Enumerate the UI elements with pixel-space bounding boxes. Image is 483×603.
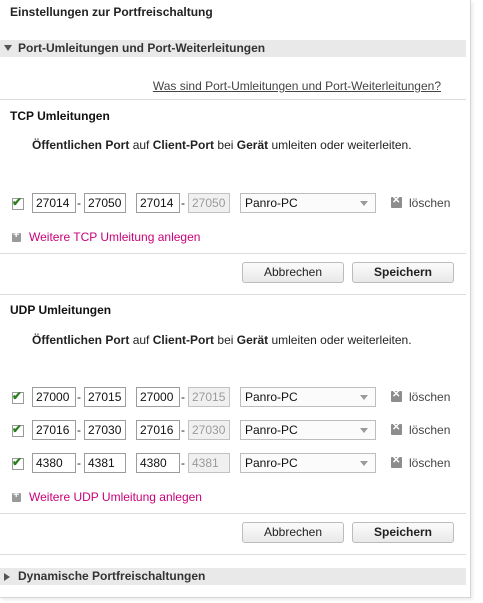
section-header-label: Port-Umleitungen und Port-Weiterleitunge… (18, 41, 266, 55)
desc-word: umleiten oder weiterleiten. (271, 333, 412, 347)
range-dash: - (181, 390, 185, 404)
range-dash: - (181, 196, 185, 210)
desc-public-port: Öffentlichen Port (32, 333, 130, 347)
chevron-down-icon (360, 461, 368, 466)
delete-link[interactable]: löschen (409, 456, 450, 470)
range-dash: - (181, 456, 185, 470)
desc-device: Gerät (236, 333, 269, 347)
udp-rule-row: - - Panro-PC löschen (0, 453, 466, 475)
collapse-triangle-icon (4, 45, 12, 51)
tcp-public-port-from-input[interactable] (32, 193, 76, 213)
udp-client-port-to-input (188, 387, 230, 407)
page-title: Einstellungen zur Portfreischaltung (10, 5, 213, 19)
help-link[interactable]: Was sind Port-Umleitungen und Port-Weite… (153, 79, 441, 93)
device-select-value: Panro-PC (245, 196, 298, 210)
desc-word: umleiten oder weiterleiten. (271, 138, 412, 152)
desc-word: bei (217, 333, 234, 347)
range-dash: - (77, 196, 81, 210)
udp-public-port-to-input[interactable] (84, 453, 126, 473)
udp-client-port-from-input[interactable] (136, 420, 180, 440)
tcp-public-port-to-input[interactable] (84, 193, 126, 213)
desc-word: bei (217, 138, 234, 152)
chevron-down-icon (360, 395, 368, 400)
divider (0, 99, 466, 100)
udp-rule-row: - - Panro-PC löschen (0, 420, 466, 442)
tcp-heading: TCP Umleitungen (10, 109, 110, 123)
udp-client-port-to-input (188, 420, 230, 440)
chevron-down-icon (360, 201, 368, 206)
section-header-forwarding[interactable]: Port-Umleitungen und Port-Weiterleitunge… (0, 40, 466, 57)
desc-client-port: Client-Port (152, 138, 215, 152)
udp-public-port-from-input[interactable] (32, 420, 76, 440)
desc-word: auf (132, 138, 150, 152)
plus-icon[interactable] (12, 489, 21, 502)
tcp-cancel-button[interactable]: Abbrechen (242, 262, 344, 283)
port-settings-panel: Einstellungen zur Portfreischaltung Port… (0, 0, 471, 598)
range-dash: - (181, 423, 185, 437)
divider (0, 294, 466, 295)
udp-public-port-from-input[interactable] (32, 453, 76, 473)
tcp-description: Öffentlichen Port auf Client-Port bei Ge… (32, 138, 412, 152)
desc-public-port: Öffentlichen Port (32, 138, 130, 152)
udp-rule-row: - - Panro-PC löschen (0, 387, 466, 409)
udp-heading: UDP Umleitungen (10, 303, 112, 317)
delete-link[interactable]: löschen (409, 423, 450, 437)
delete-x-icon[interactable] (391, 389, 402, 402)
divider (0, 554, 466, 555)
udp-device-select[interactable]: Panro-PC (240, 453, 376, 473)
device-select-value: Panro-PC (245, 390, 298, 404)
udp-public-port-to-input[interactable] (84, 387, 126, 407)
device-select-value: Panro-PC (245, 456, 298, 470)
tcp-save-button[interactable]: Speichern (352, 262, 454, 283)
udp-cancel-button[interactable]: Abbrechen (242, 522, 344, 543)
range-dash: - (77, 423, 81, 437)
range-dash: - (77, 390, 81, 404)
add-tcp-rule-link[interactable]: Weitere TCP Umleitung anlegen (29, 230, 200, 244)
delete-x-icon[interactable] (391, 455, 402, 468)
range-dash: - (77, 456, 81, 470)
plus-icon[interactable] (12, 229, 21, 242)
udp-public-port-from-input[interactable] (32, 387, 76, 407)
delete-x-icon[interactable] (391, 195, 402, 208)
udp-device-select[interactable]: Panro-PC (240, 420, 376, 440)
delete-link[interactable]: löschen (409, 196, 450, 210)
udp-description: Öffentlichen Port auf Client-Port bei Ge… (32, 333, 412, 347)
checkbox-checked-icon[interactable] (12, 389, 24, 404)
divider (0, 253, 466, 254)
checkbox-checked-icon[interactable] (12, 195, 24, 210)
udp-public-port-to-input[interactable] (84, 420, 126, 440)
delete-x-icon[interactable] (391, 422, 402, 435)
section-header-dynamic[interactable]: Dynamische Portfreischaltungen (0, 568, 466, 585)
udp-client-port-from-input[interactable] (136, 387, 180, 407)
delete-link[interactable]: löschen (409, 390, 450, 404)
chevron-down-icon (360, 428, 368, 433)
device-select-value: Panro-PC (245, 423, 298, 437)
udp-client-port-to-input (188, 453, 230, 473)
desc-device: Gerät (236, 138, 269, 152)
udp-device-select[interactable]: Panro-PC (240, 387, 376, 407)
section-header-label: Dynamische Portfreischaltungen (18, 569, 206, 583)
tcp-client-port-from-input[interactable] (136, 193, 180, 213)
tcp-rule-row: - - Panro-PC löschen (0, 193, 466, 215)
expand-triangle-icon (4, 573, 10, 581)
udp-client-port-from-input[interactable] (136, 453, 180, 473)
udp-save-button[interactable]: Speichern (352, 522, 454, 543)
tcp-client-port-to-input (188, 193, 230, 213)
checkbox-checked-icon[interactable] (12, 455, 24, 470)
desc-client-port: Client-Port (152, 333, 215, 347)
tcp-device-select[interactable]: Panro-PC (240, 193, 376, 213)
desc-word: auf (132, 333, 150, 347)
add-udp-rule-link[interactable]: Weitere UDP Umleitung anlegen (29, 490, 202, 504)
checkbox-checked-icon[interactable] (12, 422, 24, 437)
divider (0, 513, 466, 514)
